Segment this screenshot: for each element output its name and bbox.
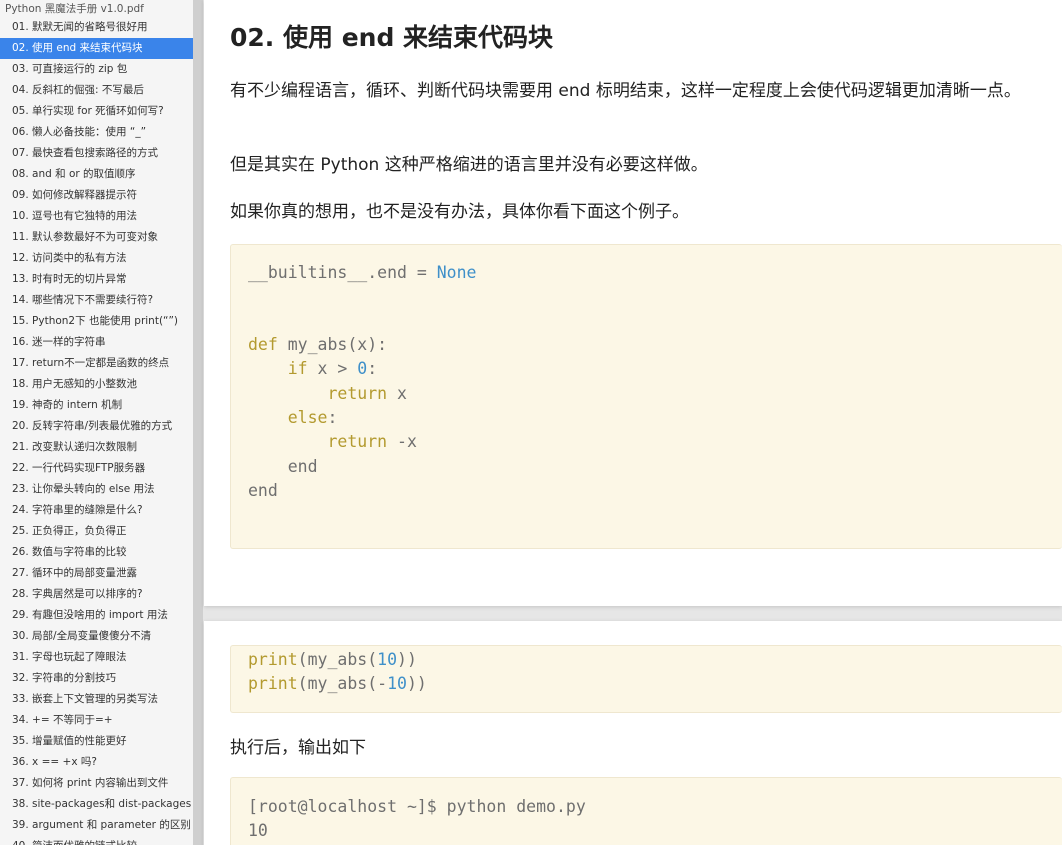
toc-item[interactable]: 31. 字母也玩起了障眼法 [0,647,193,668]
toc-item[interactable]: 38. site-packages和 dist-packages [0,794,193,815]
code-line: end [248,457,318,476]
toc-item[interactable]: 24. 字符串里的缝隙是什么? [0,500,193,521]
toc-item[interactable]: 16. 迷一样的字符串 [0,332,193,353]
pdf-viewer-window: Python 黑魔法手册 v1.0.pdf 01. 默默无闻的省略号很好用 02.… [0,0,1062,845]
paragraph-python: 但是其实在 Python 这种严格缩进的语言里并没有必要这样做。 [230,155,708,175]
code-line: def my_abs(x): [248,335,388,354]
toc-item[interactable]: 39. argument 和 parameter 的区别 [0,815,193,836]
toc-item[interactable]: 26. 数值与字符串的比较 [0,542,193,563]
toc-item[interactable]: 07. 最快查看包搜索路径的方式 [0,143,193,164]
toc-item[interactable]: 29. 有趣但没啥用的 import 用法 [0,605,193,626]
toc-item[interactable]: 19. 神奇的 intern 机制 [0,395,193,416]
code-line: return x [248,384,407,403]
pdf-page-1: 02. 使用 end 来结束代码块 有不少编程语言，循环、判断代码块需要用 en… [204,0,1062,606]
code-line: [root@localhost ~]$ python demo.py [248,797,586,816]
toc-item[interactable]: 40. 简洁而优雅的链式比较 [0,836,193,845]
toc-item[interactable]: 08. and 和 or 的取值顺序 [0,164,193,185]
toc-item[interactable]: 21. 改变默认递归次数限制 [0,437,193,458]
sidebar-divider[interactable] [193,0,203,845]
paragraph-example: 如果你真的想用，也不是没有办法，具体你看下面这个例子。 [230,202,689,222]
toc-item[interactable]: 17. return不一定都是函数的终点 [0,353,193,374]
toc-item[interactable]: 37. 如何将 print 内容输出到文件 [0,773,193,794]
toc-item[interactable]: 11. 默认参数最好不为可变对象 [0,227,193,248]
toc-item[interactable]: 20. 反转字符串/列表最优雅的方式 [0,416,193,437]
toc-item[interactable]: 22. 一行代码实现FTP服务器 [0,458,193,479]
toc-item[interactable]: 34. += 不等同于=+ [0,710,193,731]
toc-item[interactable]: 03. 可直接运行的 zip 包 [0,59,193,80]
toc-item[interactable]: 27. 循环中的局部变量泄露 [0,563,193,584]
code-block-definition: __builtins__.end = None def my_abs(x): i… [230,244,1062,549]
toc-item[interactable]: 02. 使用 end 来结束代码块 [0,38,193,59]
code-line: if x > 0: [248,359,378,378]
toc-item[interactable]: 05. 单行实现 for 死循环如何写? [0,101,193,122]
toc-item[interactable]: 32. 字符串的分割技巧 [0,668,193,689]
toc-item[interactable]: 13. 时有时无的切片异常 [0,269,193,290]
code-line: else: [248,408,338,427]
paragraph-intro: 有不少编程语言，循环、判断代码块需要用 end 标明结束，这样一定程度上会使代码… [230,81,1021,101]
toc-sidebar: Python 黑魔法手册 v1.0.pdf 01. 默默无闻的省略号很好用 02.… [0,0,194,845]
toc-item[interactable]: 23. 让你晕头转向的 else 用法 [0,479,193,500]
code-line: __builtins__.end = None [248,263,477,282]
toc-item[interactable]: 36. x == +x 吗? [0,752,193,773]
code-block-usage: print(my_abs(10)) print(my_abs(-10)) [230,645,1062,713]
code-block-output: [root@localhost ~]$ python demo.py 10 [230,777,1062,845]
document-title: Python 黑魔法手册 v1.0.pdf [5,3,144,15]
toc-item[interactable]: 14. 哪些情况下不需要续行符? [0,290,193,311]
code-line: print(my_abs(10)) [248,650,417,669]
pdf-page-2: print(my_abs(10)) print(my_abs(-10)) 执行后… [204,621,1062,845]
code-line: end [248,481,278,500]
toc-item[interactable]: 15. Python2下 也能使用 print(“”) [0,311,193,332]
toc-item[interactable]: 10. 逗号也有它独特的用法 [0,206,193,227]
section-heading: 02. 使用 end 来结束代码块 [230,23,554,52]
toc-list: 01. 默默无闻的省略号很好用 02. 使用 end 来结束代码块 03. 可直接运… [0,17,193,845]
toc-item[interactable]: 33. 嵌套上下文管理的另类写法 [0,689,193,710]
toc-item[interactable]: 18. 用户无感知的小整数池 [0,374,193,395]
toc-item[interactable]: 12. 访问类中的私有方法 [0,248,193,269]
toc-item[interactable]: 09. 如何修改解释器提示符 [0,185,193,206]
toc-item[interactable]: 30. 局部/全局变量傻傻分不清 [0,626,193,647]
code-line: return -x [248,432,417,451]
toc-item[interactable]: 04. 反斜杠的倔强: 不写最后 [0,80,193,101]
code-line: 10 [248,821,268,840]
toc-item[interactable]: 06. 懒人必备技能：使用 “_” [0,122,193,143]
paragraph-output: 执行后，输出如下 [230,738,366,758]
toc-item[interactable]: 01. 默默无闻的省略号很好用 [0,17,193,38]
toc-item[interactable]: 28. 字典居然是可以排序的? [0,584,193,605]
toc-item[interactable]: 35. 增量赋值的性能更好 [0,731,193,752]
toc-item[interactable]: 25. 正负得正，负负得正 [0,521,193,542]
code-line: print(my_abs(-10)) [248,674,427,693]
